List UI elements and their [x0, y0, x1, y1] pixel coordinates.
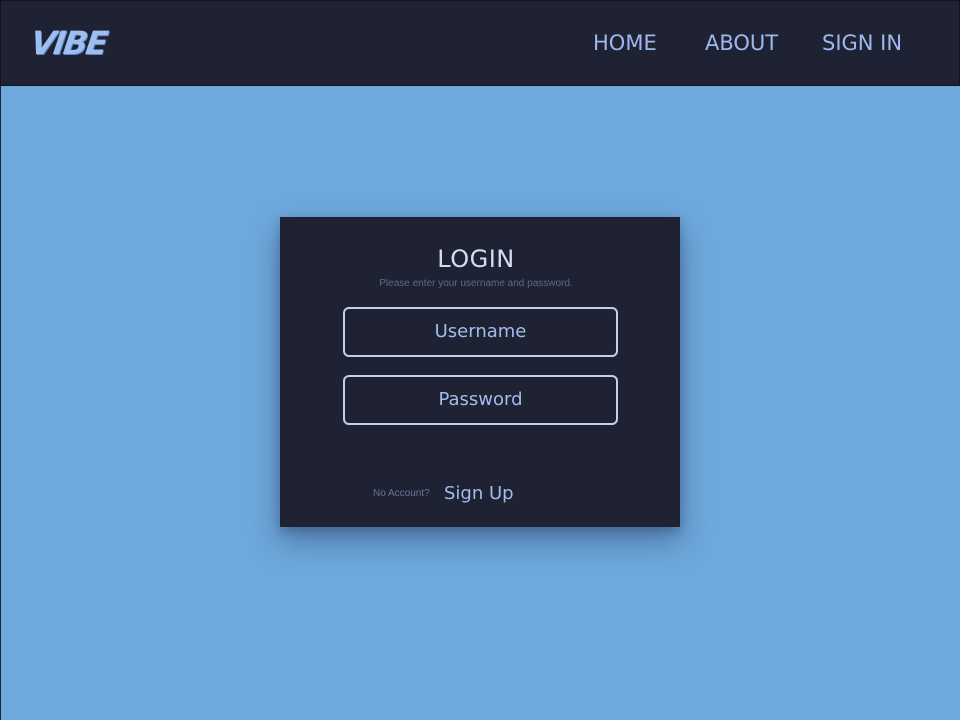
sign-up-link[interactable]: Sign Up	[444, 483, 514, 505]
nav-home-link[interactable]: HOME	[593, 29, 657, 57]
nav-about-link[interactable]: ABOUT	[705, 29, 778, 57]
login-title: LOGIN	[437, 245, 515, 273]
login-card: LOGIN Please enter your username and pas…	[280, 217, 680, 527]
vibe-logo[interactable]: VIBE	[28, 24, 108, 62]
page-left-border	[0, 85, 1, 720]
login-subtitle: Please enter your username and password.	[379, 278, 573, 289]
no-account-label: No Account?	[373, 488, 430, 499]
nav-sign-in-link[interactable]: SIGN IN	[822, 29, 902, 57]
top-navbar: VIBE HOME ABOUT SIGN IN	[0, 0, 960, 86]
password-input[interactable]	[343, 375, 618, 425]
username-input[interactable]	[343, 307, 618, 357]
